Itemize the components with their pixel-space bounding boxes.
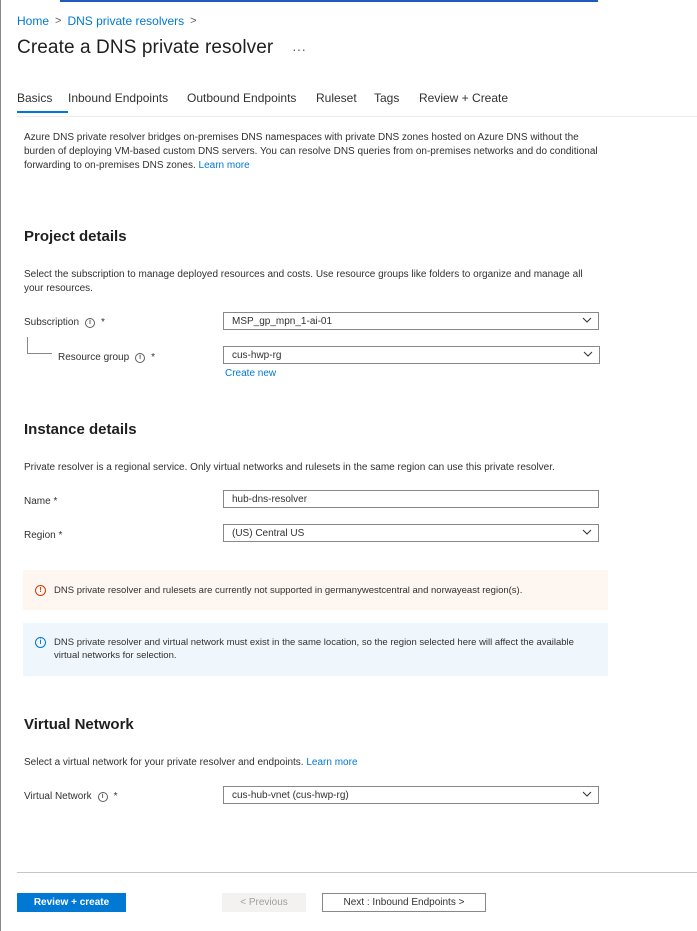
tab-basics[interactable]: Basics [17,91,68,113]
more-options-icon[interactable]: ··· [292,41,306,57]
subscription-value: MSP_gp_mpn_1-ai-01 [232,316,333,327]
virtual-network-description: Select a virtual network for your privat… [24,756,604,770]
resource-group-label-text: Resource group [58,352,130,363]
info-icon[interactable]: i [85,317,96,328]
virtual-network-label: Virtual Network i * [24,791,118,802]
instance-details-description: Private resolver is a regional service. … [24,462,555,473]
virtual-network-heading: Virtual Network [24,716,134,733]
subscription-select[interactable]: MSP_gp_mpn_1-ai-01 [223,312,599,330]
chevron-down-icon [582,317,592,323]
previous-button[interactable]: < Previous [222,893,306,912]
warning-icon: ! [35,585,46,596]
tab-bar: Basics Inbound Endpoints Outbound Endpoi… [17,91,508,113]
warning-text: DNS private resolver and rulesets are cu… [54,585,523,596]
resource-group-label: Resource group i * [58,352,155,363]
tab-review-create[interactable]: Review + Create [419,91,508,113]
breadcrumb: Home > DNS private resolvers > [17,14,197,28]
tab-inbound-endpoints[interactable]: Inbound Endpoints [68,91,187,113]
footer-divider [17,872,697,873]
breadcrumb-home[interactable]: Home [17,14,49,28]
resource-group-value: cus-hwp-rg [232,350,282,361]
info-banner: i DNS private resolver and virtual netwo… [23,623,608,676]
page-title: Create a DNS private resolver [17,37,274,58]
tab-tags[interactable]: Tags [374,91,419,113]
project-details-heading: Project details [24,228,127,245]
required-marker: * [151,352,156,363]
tab-outbound-endpoints[interactable]: Outbound Endpoints [187,91,316,113]
virtual-network-value: cus-hub-vnet (cus-hwp-rg) [232,790,349,801]
tree-connector-horizontal [27,353,52,354]
left-border [0,0,1,931]
review-create-button[interactable]: Review + create [17,893,126,912]
region-label: Region * [24,530,63,541]
name-label: Name * [24,496,58,507]
required-marker: * [101,317,105,328]
next-inbound-endpoints-button[interactable]: Next : Inbound Endpoints > [322,893,486,912]
tab-ruleset[interactable]: Ruleset [316,91,374,113]
instance-details-heading: Instance details [24,421,137,438]
region-value: (US) Central US [232,528,305,539]
subscription-label: Subscription i * [24,317,105,328]
name-value: hub-dns-resolver [232,494,308,505]
chevron-right-icon: > [55,15,62,27]
vnet-learn-more-link[interactable]: Learn more [306,757,357,768]
chevron-down-icon [582,529,592,535]
info-icon[interactable]: i [135,352,146,363]
tabs-divider [17,116,697,117]
breadcrumb-dns-private-resolvers[interactable]: DNS private resolvers [67,14,184,28]
resource-group-select[interactable]: cus-hwp-rg [223,346,600,364]
required-marker: * [113,791,118,802]
warning-banner: ! DNS private resolver and rulesets are … [23,570,608,610]
intro-description: Azure DNS private resolver bridges on-pr… [24,132,598,171]
info-text: DNS private resolver and virtual network… [54,637,574,661]
info-icon[interactable]: i [97,791,108,802]
chevron-right-icon: > [190,15,197,27]
intro-learn-more-link[interactable]: Learn more [199,160,250,171]
virtual-network-description-text: Select a virtual network for your privat… [24,757,304,768]
create-new-link[interactable]: Create new [225,368,276,379]
project-details-description: Select the subscription to manage deploy… [24,269,583,294]
name-input[interactable]: hub-dns-resolver [223,490,599,508]
virtual-network-label-text: Virtual Network [24,791,92,802]
subscription-label-text: Subscription [24,317,80,328]
tree-connector-vertical [27,337,28,353]
chevron-down-icon [582,791,592,797]
chevron-down-icon [583,351,593,357]
virtual-network-select[interactable]: cus-hub-vnet (cus-hwp-rg) [223,786,599,804]
info-icon: i [35,637,46,648]
intro-text: Azure DNS private resolver bridges on-pr… [24,131,604,173]
region-select[interactable]: (US) Central US [223,524,599,542]
top-progress-bar [0,0,697,2]
